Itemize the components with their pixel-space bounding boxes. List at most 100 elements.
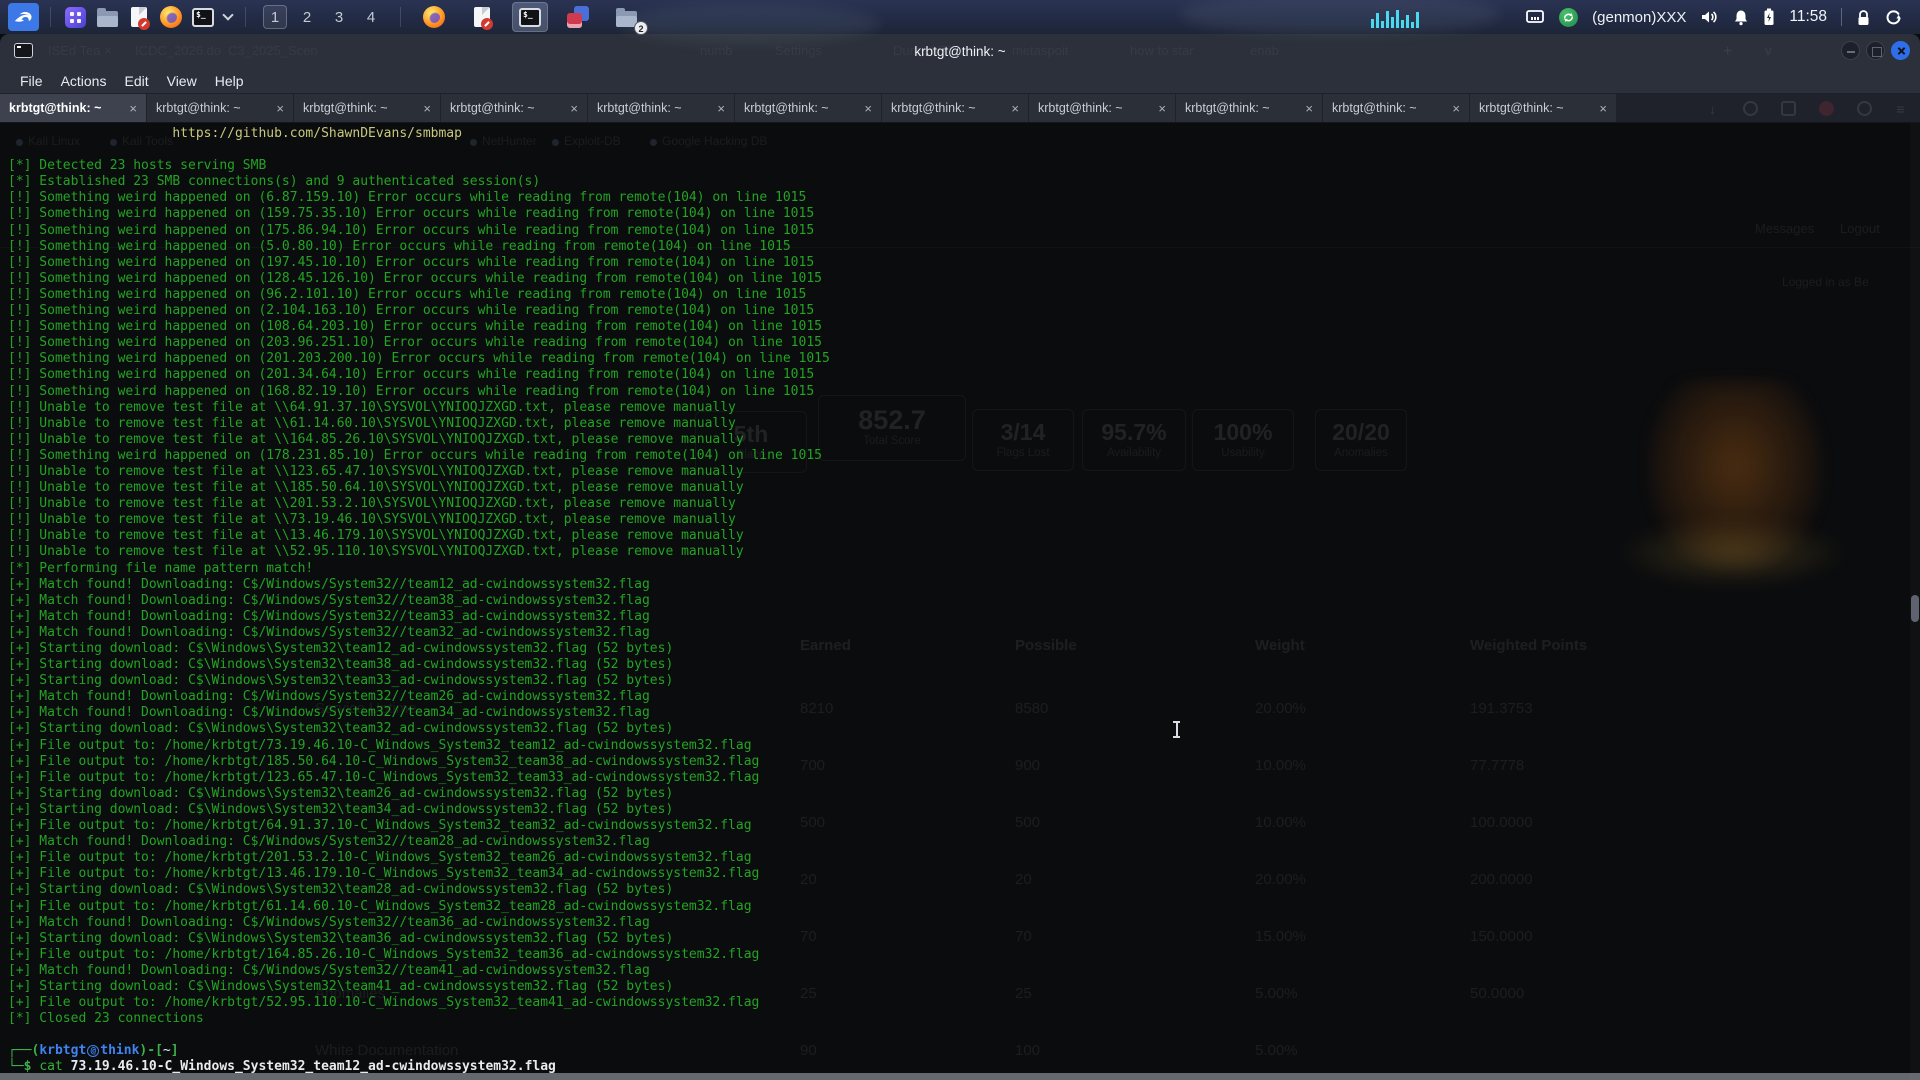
tab-close-icon[interactable]: × <box>129 101 137 116</box>
maximize-button[interactable] <box>1866 41 1885 60</box>
tab-close-icon[interactable]: × <box>570 101 578 116</box>
terminal-output-line: [!] Something weird happened on (128.45.… <box>8 271 1920 287</box>
terminal-output-line: [*] Established 23 SMB connections(s) an… <box>8 174 1920 190</box>
tab-close-icon[interactable]: × <box>276 101 284 116</box>
terminal-output-line: [!] Something weird happened on (6.87.15… <box>8 190 1920 206</box>
terminal-viewport[interactable]: Messages Logout Logged in as Be Kali Lin… <box>0 123 1920 1080</box>
terminal-output-line: [+] File output to: /home/krbtgt/73.19.4… <box>8 738 1920 754</box>
tab-close-icon[interactable]: × <box>1452 101 1460 116</box>
terminal-output-line: [!] Something weird happened on (159.75.… <box>8 206 1920 222</box>
volume-icon[interactable] <box>1700 9 1719 25</box>
logout-power-icon[interactable] <box>1885 9 1902 26</box>
menu-view[interactable]: View <box>158 71 206 91</box>
terminal-output-line <box>8 1027 1920 1043</box>
tab-close-icon[interactable]: × <box>1305 101 1313 116</box>
kali-menu-button[interactable] <box>8 3 39 31</box>
tab-close-icon[interactable]: × <box>423 101 431 116</box>
firefox-icon <box>160 6 182 28</box>
ghost-hamburger-menu-icon: ≡ <box>1893 101 1908 116</box>
terminal-output-line: [!] Something weird happened on (201.203… <box>8 351 1920 367</box>
tab-title: krbtgt@think: ~ <box>9 101 123 115</box>
workspace-3[interactable]: 3 <box>327 5 351 29</box>
tab-title: krbtgt@think: ~ <box>597 101 711 115</box>
edit-badge-icon <box>481 18 493 30</box>
terminal-tab[interactable]: krbtgt@think: ~ × <box>588 94 734 122</box>
taskbar-firefox-window[interactable] <box>416 2 452 32</box>
window-titlebar[interactable]: krbtgt@think: ~ + v ISEd Tea ×ICDC_2026.… <box>0 34 1920 68</box>
prompt-segment: ┌──( <box>8 1043 39 1058</box>
text-editor-launcher[interactable] <box>126 4 152 30</box>
terminal-output-line: [+] Starting download: C$\Windows\System… <box>8 802 1920 818</box>
workspace-4[interactable]: 4 <box>359 5 383 29</box>
menu-actions[interactable]: Actions <box>52 71 116 91</box>
prompt-segment: ] <box>171 1043 179 1058</box>
terminal-output-line: [!] Unable to remove test file at \\201.… <box>8 496 1920 512</box>
panel-clock[interactable]: 11:58 <box>1789 8 1827 26</box>
terminal-output-line: [+] Match found! Downloading: C$/Windows… <box>8 593 1920 609</box>
ghost-browser-tab: C3_2025_Scen <box>228 43 318 58</box>
terminal-icon <box>519 8 541 27</box>
terminal-tab[interactable]: krbtgt@think: ~ × <box>147 94 293 122</box>
terminal-tab[interactable]: krbtgt@think: ~× <box>882 94 1028 122</box>
taskbar-file-manager-window[interactable]: 2 <box>608 2 644 32</box>
lock-screen-icon[interactable] <box>1856 9 1871 26</box>
app-drawer-launcher[interactable] <box>62 4 88 30</box>
minimize-button[interactable] <box>1841 41 1860 60</box>
terminal-tab[interactable]: krbtgt@think: ~× <box>1323 94 1469 122</box>
terminal-tab[interactable]: krbtgt@think: ~× <box>1176 94 1322 122</box>
terminal-output-line: [*] Detected 23 hosts serving SMB <box>8 158 1920 174</box>
workspace-pager[interactable]: 1234 <box>263 5 383 29</box>
tab-close-icon[interactable]: × <box>717 101 725 116</box>
ghost-shield-icon <box>1857 101 1872 116</box>
window-bottom-edge <box>0 1073 1920 1080</box>
close-button[interactable] <box>1891 41 1910 60</box>
terminal-launcher[interactable] <box>190 4 216 30</box>
terminal-output-line: [!] Unable to remove test file at \\52.9… <box>8 544 1920 560</box>
notifications-bell-icon[interactable] <box>1733 9 1749 26</box>
taskbar-windows-group[interactable] <box>560 2 596 32</box>
terminal-output-line: [+] Match found! Downloading: C$/Windows… <box>8 963 1920 979</box>
top-panel: 1234 2 (genmon)XXX 11:58 <box>0 0 1920 34</box>
file-manager-launcher[interactable] <box>94 4 120 30</box>
terminal-output-line: [!] Something weird happened on (96.2.10… <box>8 287 1920 303</box>
tray-separator <box>1841 8 1842 26</box>
menu-file[interactable]: File <box>11 71 52 91</box>
kali-logo-icon <box>14 8 34 26</box>
terminal-output-line: [+] File output to: /home/krbtgt/13.46.1… <box>8 866 1920 882</box>
genmon-label[interactable]: (genmon)XXX <box>1592 9 1686 26</box>
menu-edit[interactable]: Edit <box>115 71 157 91</box>
menu-help[interactable]: Help <box>206 71 253 91</box>
terminal-output-line: [+] Match found! Downloading: C$/Windows… <box>8 834 1920 850</box>
workspace-2[interactable]: 2 <box>295 5 319 29</box>
sync-status-icon[interactable] <box>1559 8 1578 27</box>
terminal-tab[interactable]: krbtgt@think: ~× <box>1029 94 1175 122</box>
tab-title: krbtgt@think: ~ <box>303 101 417 115</box>
terminal-output-line: [+] File output to: /home/krbtgt/123.65.… <box>8 770 1920 786</box>
tab-close-icon[interactable]: × <box>864 101 872 116</box>
window-stack-icon <box>567 6 589 28</box>
tab-close-icon[interactable]: × <box>1599 101 1607 116</box>
terminal-tab[interactable]: krbtgt@think: ~ × <box>294 94 440 122</box>
tab-title: krbtgt@think: ~ <box>156 101 270 115</box>
terminal-window: krbtgt@think: ~ + v ISEd Tea ×ICDC_2026.… <box>0 34 1920 1080</box>
terminal-scrollbar-handle[interactable] <box>1911 595 1919 622</box>
taskbar-document-window[interactable] <box>464 2 500 32</box>
taskbar-terminal-window-active[interactable] <box>512 2 548 32</box>
battery-icon[interactable] <box>1763 8 1775 26</box>
terminal-tab[interactable]: krbtgt@think: ~× <box>735 94 881 122</box>
workspace-1[interactable]: 1 <box>263 5 287 29</box>
terminal-output-line: [!] Something weird happened on (2.104.1… <box>8 303 1920 319</box>
network-icon[interactable] <box>1525 9 1545 25</box>
panel-separator <box>245 7 246 27</box>
tab-close-icon[interactable]: × <box>1158 101 1166 116</box>
tab-close-icon[interactable]: × <box>1011 101 1019 116</box>
terminal-tab[interactable]: krbtgt@think: ~× <box>441 94 587 122</box>
launcher-dropdown-chevron-icon[interactable] <box>222 9 233 20</box>
terminal-output-line: [+] Match found! Downloading: C$/Windows… <box>8 625 1920 641</box>
firefox-launcher[interactable] <box>158 4 184 30</box>
menu-bar: FileActionsEditViewHelp <box>0 68 1920 94</box>
terminal-output-line: [+] File output to: /home/krbtgt/185.50.… <box>8 754 1920 770</box>
terminal-tab[interactable]: krbtgt@think: ~ × <box>0 94 146 122</box>
terminal-output-line <box>8 142 1920 158</box>
terminal-tab[interactable]: krbtgt@think: ~× <box>1470 94 1616 122</box>
